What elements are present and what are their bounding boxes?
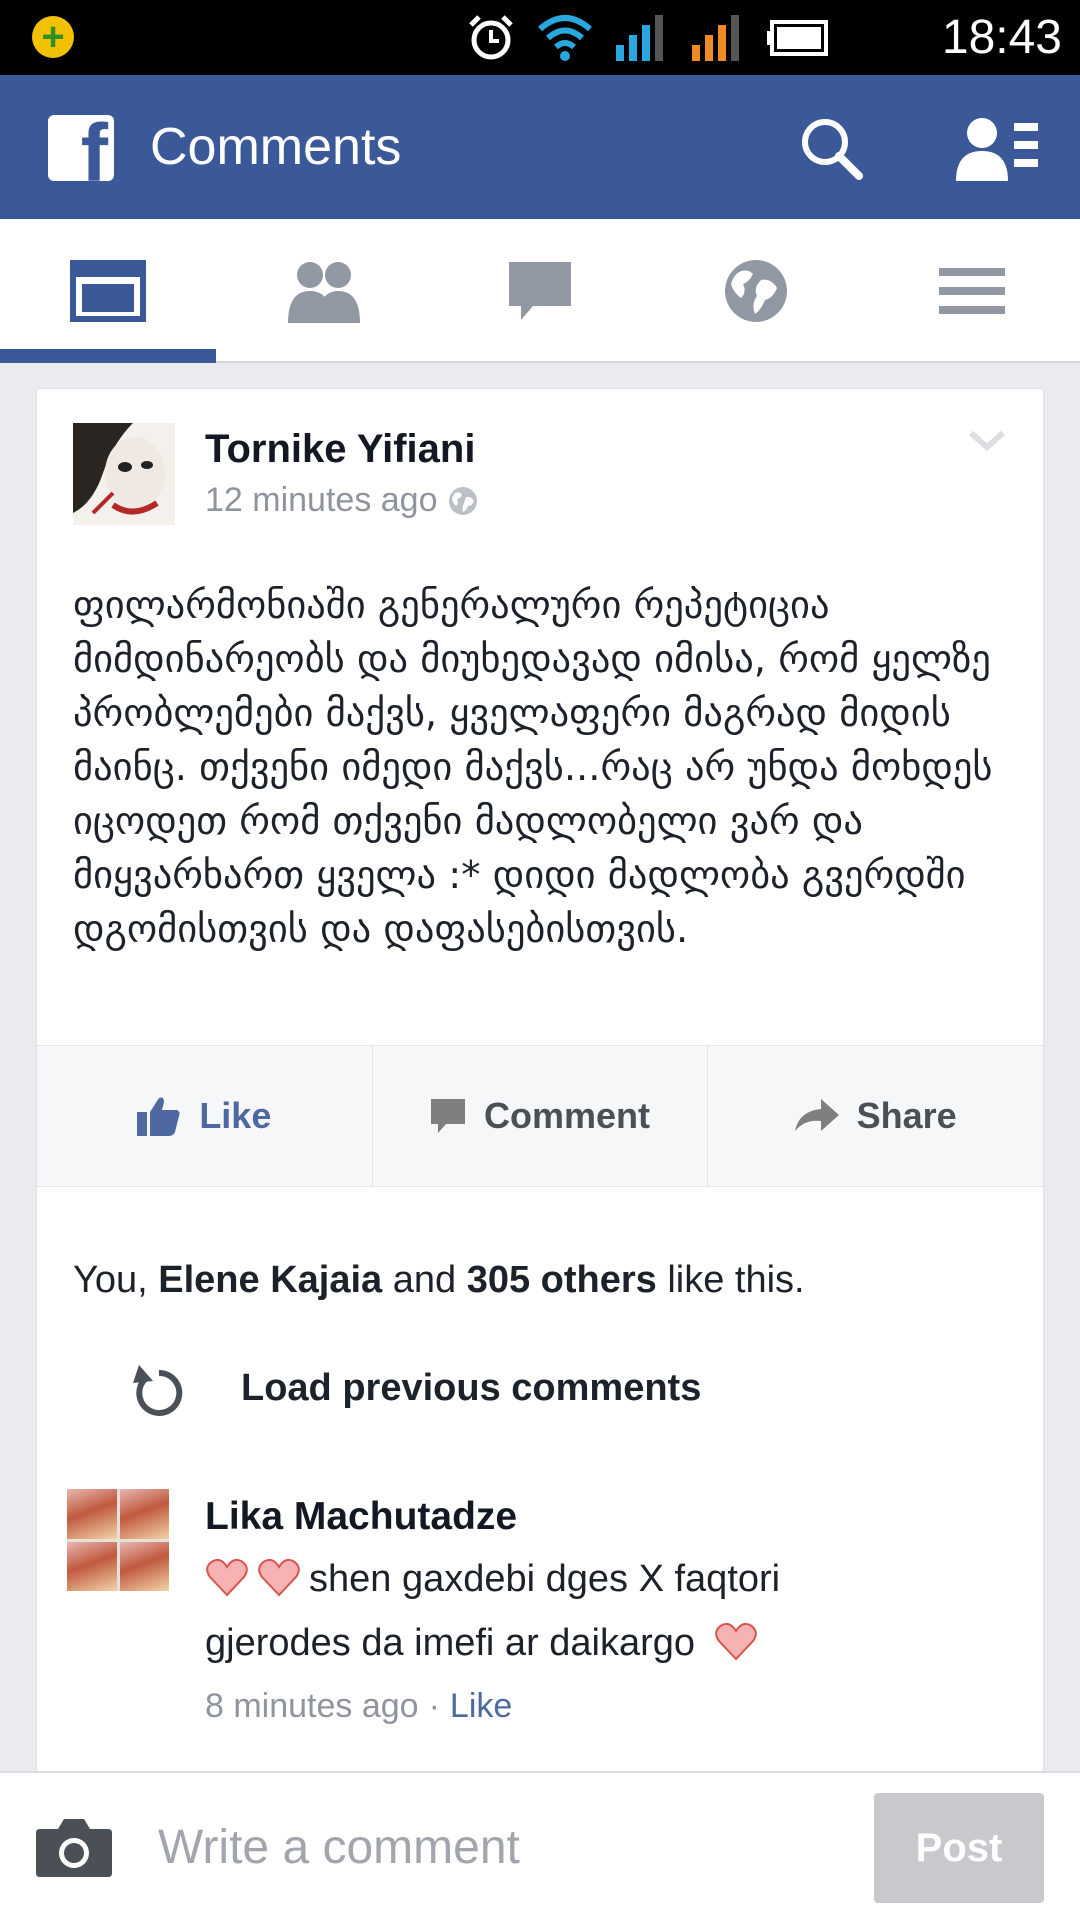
comment-meta: 8 minutes ago · Like — [205, 1687, 512, 1726]
likes-suffix: like this. — [656, 1259, 805, 1301]
page-title: Comments — [150, 118, 402, 176]
camera-icon[interactable] — [36, 1817, 112, 1877]
refresh-icon — [133, 1365, 183, 1416]
comment-compose-bar: Post — [0, 1771, 1080, 1920]
comment-label: Comment — [484, 1095, 651, 1136]
post-card: Tornike Yifiani 12 minutes ago ფილარმონი… — [36, 388, 1044, 1920]
messages-icon — [509, 262, 571, 320]
avatar[interactable] — [73, 423, 175, 525]
friends-icon — [288, 262, 360, 323]
news-feed-icon — [70, 260, 146, 322]
clock: 18:43 — [941, 11, 1062, 64]
chevron-down-icon[interactable] — [967, 429, 1007, 453]
comment-text-2: gjerodes da imefi ar daikargo — [205, 1622, 696, 1664]
share-label: Share — [856, 1095, 957, 1136]
facebook-logo-icon[interactable]: f — [48, 115, 114, 181]
tab-messages[interactable] — [432, 219, 648, 363]
post-time: 12 minutes ago — [205, 481, 438, 519]
likes-summary[interactable]: You, Elene Kajaia and 305 others like th… — [73, 1259, 805, 1302]
share-arrow-icon — [794, 1099, 839, 1131]
post-author[interactable]: Tornike Yifiani — [205, 427, 475, 472]
comment-text-1: shen gaxdebi dges X faqtori — [309, 1558, 781, 1600]
meta-separator: · — [428, 1687, 440, 1725]
search-icon[interactable] — [798, 115, 864, 181]
load-previous-comments[interactable]: Load previous comments — [73, 1349, 973, 1429]
likes-and: and — [382, 1259, 467, 1301]
status-bar: 18:43 — [0, 0, 1080, 75]
like-button[interactable]: Like — [37, 1046, 373, 1186]
share-button[interactable]: Share — [708, 1046, 1043, 1186]
comment-author[interactable]: Lika Machutadze — [205, 1495, 517, 1539]
comment-button[interactable]: Comment — [373, 1046, 709, 1186]
post-body: ფილარმონიაში გენერალური რეპეტიცია მიმდინ… — [73, 583, 993, 952]
avatar[interactable] — [67, 1489, 169, 1591]
author-avatar-image — [73, 423, 175, 525]
comment-body: shen gaxdebi dges X faqtori gjerodes da … — [205, 1547, 1005, 1675]
comment-icon — [431, 1099, 465, 1133]
tab-notifications[interactable] — [648, 219, 864, 363]
heart-icon — [258, 1558, 300, 1597]
thumbs-up-icon — [137, 1097, 180, 1136]
tab-bar — [0, 219, 1080, 363]
post-button[interactable]: Post — [874, 1793, 1044, 1903]
globe-icon — [725, 260, 787, 322]
signal-icon — [692, 15, 739, 61]
post-action-bar: Like Comment Share — [37, 1045, 1043, 1187]
heart-icon — [206, 1558, 248, 1597]
menu-icon — [939, 268, 1005, 314]
globe-icon — [448, 486, 477, 515]
selected-tab-indicator — [0, 349, 216, 363]
alarm-icon — [469, 15, 513, 60]
tab-friends[interactable] — [216, 219, 432, 363]
tab-more[interactable] — [864, 219, 1080, 363]
battery-icon — [767, 20, 828, 56]
status-icons — [466, 10, 830, 66]
app-bar: f Comments — [0, 75, 1080, 219]
likes-you: You, — [73, 1259, 159, 1301]
comment-time: 8 minutes ago — [205, 1687, 419, 1725]
likes-name: Elene Kajaia — [158, 1259, 383, 1301]
load-previous-label: Load previous comments — [241, 1367, 702, 1409]
likes-others: 305 others — [466, 1259, 657, 1301]
signal-icon — [616, 15, 663, 61]
post-meta: 12 minutes ago — [205, 481, 478, 520]
comment-like-link[interactable]: Like — [450, 1687, 512, 1725]
wifi-icon — [538, 15, 592, 61]
tab-news-feed[interactable] — [0, 219, 216, 363]
heart-icon — [714, 1622, 757, 1661]
friend-requests-icon[interactable] — [956, 113, 1040, 183]
like-label: Like — [199, 1095, 272, 1136]
app-notification-icon — [32, 13, 74, 61]
comment-input[interactable] — [158, 1799, 838, 1895]
